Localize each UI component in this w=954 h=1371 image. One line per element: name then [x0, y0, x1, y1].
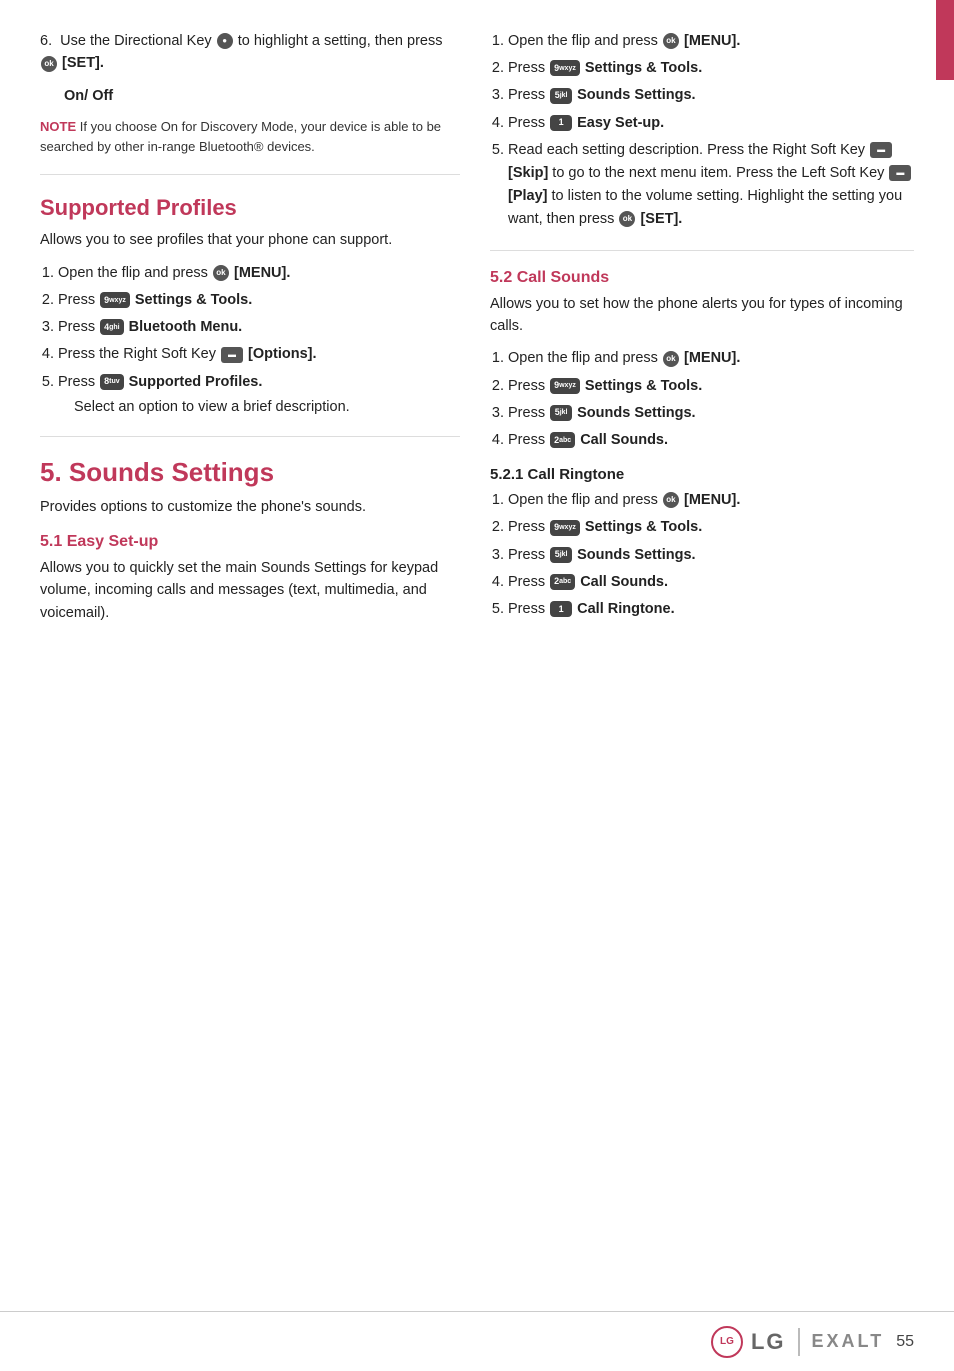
list-item: Press the Right Soft Key ▬ [Options]. [58, 343, 460, 366]
key-2-icon: 2abc [550, 574, 575, 590]
key-8-icon: 8tuv [100, 374, 124, 390]
section-divider-2 [40, 436, 460, 437]
soft-right-icon: ▬ [870, 142, 892, 158]
brand-label: LG [751, 1329, 786, 1355]
key-4-icon: 4ghi [100, 319, 124, 335]
lg-logo: LG [711, 1326, 743, 1358]
menu-label: [MENU]. [684, 350, 740, 366]
settings-tools-label: Settings & Tools. [585, 519, 702, 535]
options-label: [Options]. [248, 346, 316, 362]
key-9-icon: 9wxyz [550, 60, 580, 76]
note-text: If you choose On for Discovery Mode, you… [40, 119, 441, 154]
step5-extra: Select an option to view a brief descrip… [58, 396, 460, 418]
call-ringtone-label: Call Ringtone. [577, 601, 674, 617]
call-ringtone-steps: Open the flip and press ok [MENU]. Press… [490, 489, 914, 621]
note-block: NOTE If you choose On for Discovery Mode… [40, 117, 460, 156]
left-column: 6. Use the Directional Key ● to highligh… [40, 30, 460, 1291]
note-label: NOTE [40, 119, 76, 134]
supported-profiles-body: Allows you to see profiles that your pho… [40, 229, 460, 251]
footer-divider [798, 1328, 800, 1356]
list-item: Press 9wxyz Settings & Tools. [508, 516, 914, 539]
key-9-icon: 9wxyz [550, 378, 580, 394]
call-sounds-body: Allows you to set how the phone alerts y… [490, 293, 914, 338]
list-item: Press 8tuv Supported Profiles. Select an… [58, 371, 460, 419]
list-item: Press 2abc Call Sounds. [508, 429, 914, 452]
key-5-icon: 5jkl [550, 88, 572, 104]
easy-setup-label: Easy Set-up. [577, 115, 664, 131]
page-number: 55 [896, 1333, 914, 1351]
soft-right-icon: ▬ [221, 347, 243, 363]
list-item: Press 1 Easy Set-up. [508, 112, 914, 135]
key-1-icon: 1 [550, 601, 572, 617]
list-item: Press 4ghi Bluetooth Menu. [58, 316, 460, 339]
onoff-label: On/ Off [64, 85, 460, 107]
settings-tools-label: Settings & Tools. [585, 60, 702, 76]
soft-left-icon: ▬ [889, 165, 911, 181]
list-item: Press 9wxyz Settings & Tools. [508, 57, 914, 80]
easy-setup-heading: 5.1 Easy Set-up [40, 533, 460, 551]
sounds-settings-body: Provides options to customize the phone'… [40, 496, 460, 518]
model-label: EXALT [812, 1331, 885, 1352]
bluetooth-menu-label: Bluetooth Menu. [129, 319, 243, 335]
menu-label: [MENU]. [684, 492, 740, 508]
key-1-icon: 1 [550, 115, 572, 131]
ok-key-icon: ok [663, 351, 679, 367]
menu-label: [MENU]. [234, 265, 290, 281]
list-item: Press 9wxyz Settings & Tools. [508, 375, 914, 398]
supported-profiles-label: Supported Profiles. [129, 374, 263, 390]
call-sounds-label: Call Sounds. [580, 432, 668, 448]
lg-circle-icon: LG [711, 1326, 743, 1358]
easy-setup-body: Allows you to quickly set the main Sound… [40, 557, 460, 624]
footer-logo: LG LG EXALT [711, 1326, 884, 1358]
supported-profiles-steps: Open the flip and press ok [MENU]. Press… [40, 262, 460, 418]
section-divider-3 [490, 250, 914, 251]
play-label: [Play] [508, 188, 548, 204]
set-label: [SET]. [62, 55, 104, 71]
menu-label: [MENU]. [684, 33, 740, 49]
key-9-icon: 9wxyz [100, 292, 130, 308]
supported-profiles-heading: Supported Profiles [40, 195, 460, 221]
skip-label: [Skip] [508, 165, 548, 181]
easy-setup-steps: Open the flip and press ok [MENU]. Press… [490, 30, 914, 232]
content-area: 6. Use the Directional Key ● to highligh… [0, 0, 954, 1311]
footer: LG LG EXALT 55 [0, 1311, 954, 1371]
list-item: Open the flip and press ok [MENU]. [508, 489, 914, 512]
key-5-icon: 5jkl [550, 405, 572, 421]
list-item: Press 1 Call Ringtone. [508, 598, 914, 621]
ok-key-icon: ok [213, 265, 229, 281]
list-item: Read each setting description. Press the… [508, 139, 914, 232]
list-item: Press 5jkl Sounds Settings. [508, 544, 914, 567]
section-divider-1 [40, 174, 460, 175]
ok-key-icon: ok [663, 33, 679, 49]
list-item: Press 5jkl Sounds Settings. [508, 84, 914, 107]
list-item: Open the flip and press ok [MENU]. [508, 347, 914, 370]
call-sounds-steps: Open the flip and press ok [MENU]. Press… [490, 347, 914, 452]
sounds-settings-label: Sounds Settings. [577, 547, 695, 563]
list-item: Open the flip and press ok [MENU]. [508, 30, 914, 53]
list-item: Press 9wxyz Settings & Tools. [58, 289, 460, 312]
sounds-settings-label: Sounds Settings. [577, 405, 695, 421]
step6-text: 6. Use the Directional Key ● to highligh… [40, 30, 460, 75]
call-sounds-label: Call Sounds. [580, 574, 668, 590]
sounds-settings-label: Sounds Settings. [577, 87, 695, 103]
list-item: Open the flip and press ok [MENU]. [58, 262, 460, 285]
ok-key-icon-2: ok [619, 211, 635, 227]
list-item: Press 5jkl Sounds Settings. [508, 402, 914, 425]
list-item: Press 2abc Call Sounds. [508, 571, 914, 594]
settings-tools-label: Settings & Tools. [585, 378, 702, 394]
key-9-icon: 9wxyz [550, 520, 580, 536]
set-label-2: [SET]. [640, 211, 682, 227]
call-sounds-heading: 5.2 Call Sounds [490, 269, 914, 287]
settings-tools-label: Settings & Tools. [135, 292, 252, 308]
page-container: 6. Use the Directional Key ● to highligh… [0, 0, 954, 1371]
sounds-settings-heading: 5. Sounds Settings [40, 457, 460, 488]
set-key-icon: ok [41, 56, 57, 72]
key-2-icon: 2abc [550, 432, 575, 448]
decorative-tab [936, 0, 954, 80]
ok-key-icon: ok [663, 492, 679, 508]
directional-key-icon: ● [217, 33, 233, 49]
key-5-icon: 5jkl [550, 547, 572, 563]
right-column: Open the flip and press ok [MENU]. Press… [490, 30, 914, 1291]
call-ringtone-heading: 5.2.1 Call Ringtone [490, 466, 914, 483]
